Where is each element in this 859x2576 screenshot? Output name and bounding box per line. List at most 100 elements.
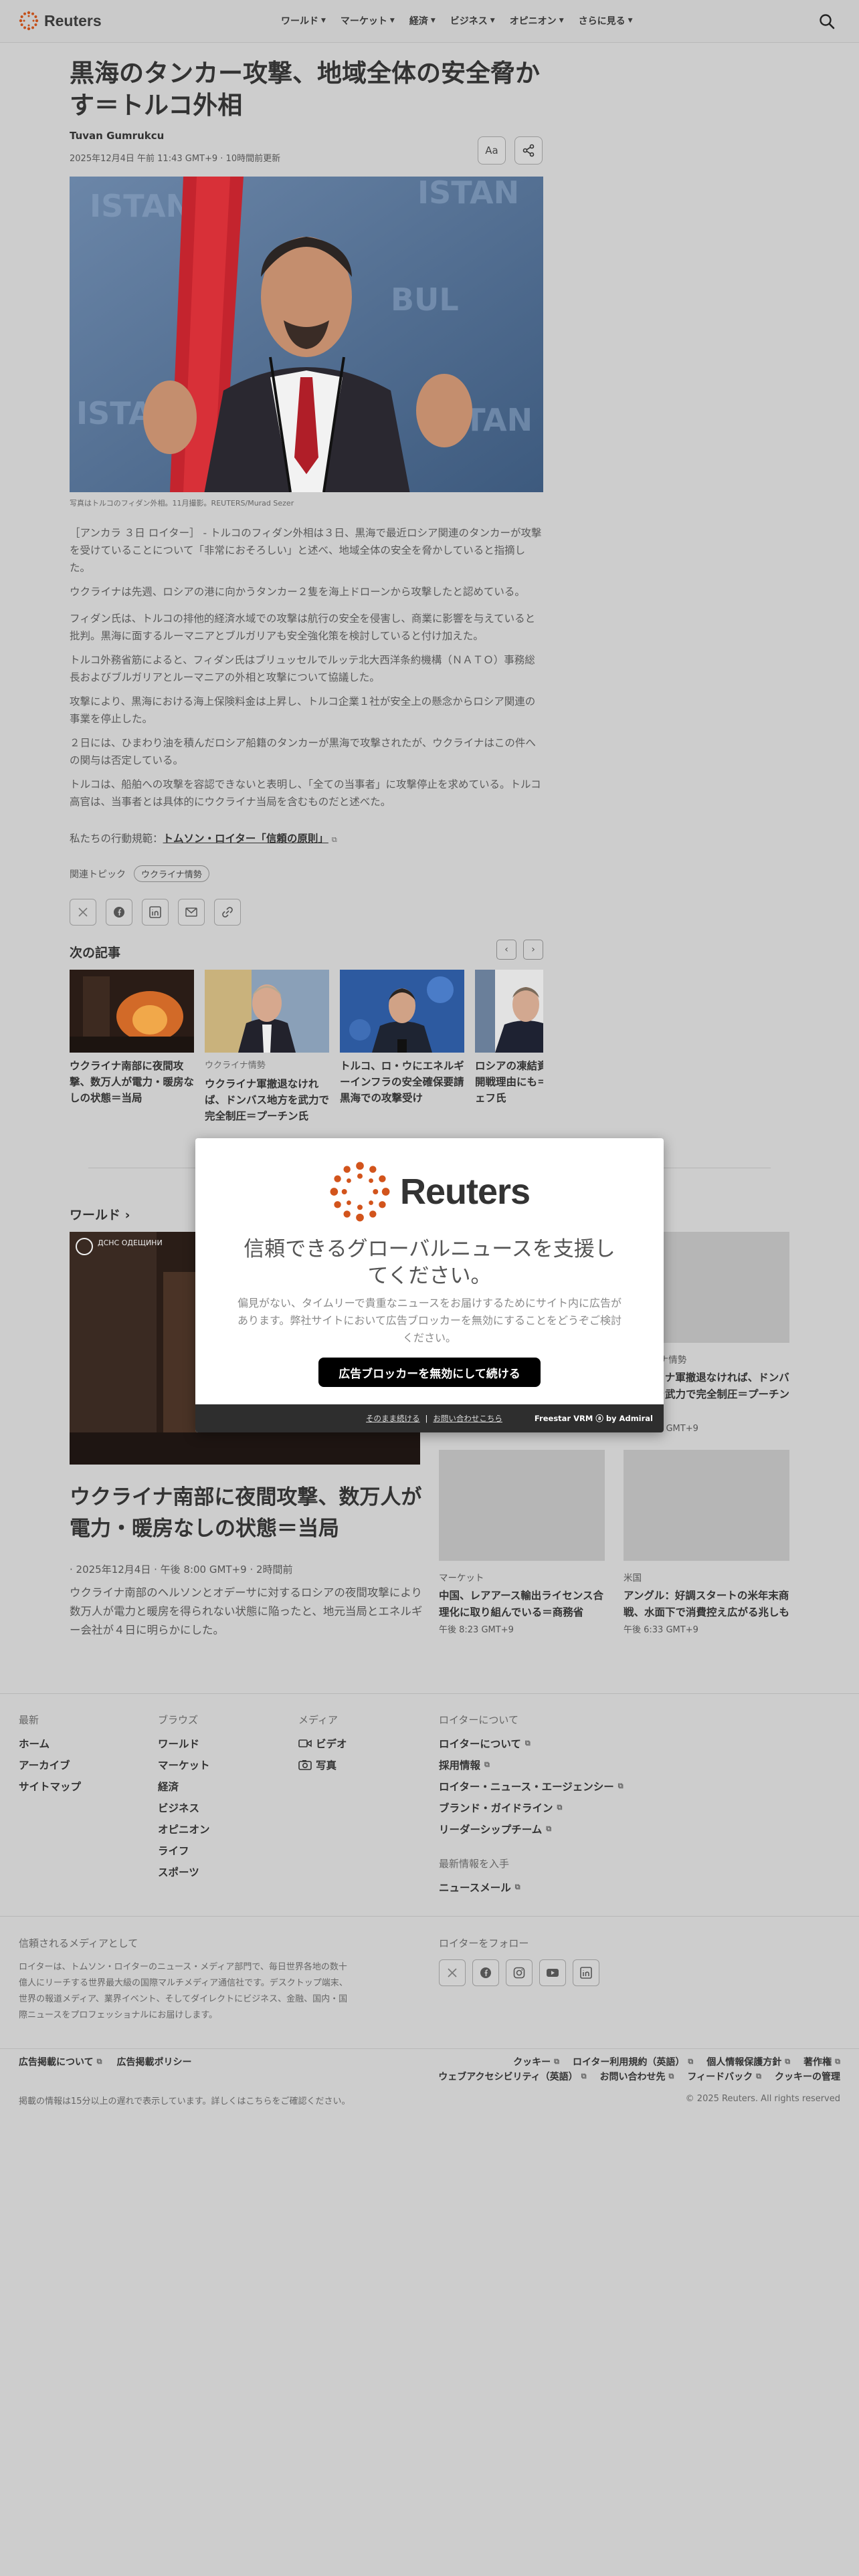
footer-link-photos[interactable]: 写真 (298, 1757, 347, 1772)
carousel-prev-button[interactable]: ‹ (496, 940, 516, 960)
external-link-icon: ⧉ (668, 2072, 674, 2080)
carousel-next-button[interactable]: › (523, 940, 543, 960)
follow-x-button[interactable] (439, 1959, 466, 1986)
author-link[interactable]: Tuvan Gumrukcu (70, 130, 164, 142)
footer-link-opinion[interactable]: オピニオン (158, 1822, 210, 1836)
share-facebook-button[interactable] (106, 899, 132, 926)
follow-instagram-button[interactable] (506, 1959, 533, 1986)
modal-body: 偏見がない、タイムリーで貴重なニュースをお届けするためにサイト内に広告があります… (237, 1297, 622, 1344)
external-link-icon: ⧉ (554, 2057, 559, 2066)
reuters-logo[interactable]: Reuters (19, 11, 102, 31)
world-card-title: アングル：好調スタートの米年末商戦、水面下で消費控え広がる兆しも (624, 1590, 790, 1618)
footer-link-privacy[interactable]: 個人情報保護方針 ⧉ (706, 2055, 790, 2068)
nav-more[interactable]: さらに見る ▼ (579, 14, 633, 27)
footer-link-video[interactable]: ビデオ (298, 1736, 347, 1751)
world-side-card[interactable]: マーケット 中国、レアアース輸出ライセンス合理化に取り組んでいる＝商務省 午後 … (439, 1450, 605, 1635)
footer-link-advertise[interactable]: 広告掲載について ⧉ (19, 2055, 102, 2068)
nav-opinion[interactable]: オピニオン ▼ (510, 14, 564, 27)
external-link-icon: ⧉ (688, 2057, 694, 2066)
article-paragraph: ［アンカラ ３日 ロイター］ - トルコのフィダン外相は３日、黒海で最近ロシア関… (70, 527, 542, 574)
external-link-icon: ⧉ (484, 1760, 490, 1769)
footer-link-ad-policy[interactable]: 広告掲載ポリシー (116, 2055, 191, 2068)
reuters-logo-icon (19, 11, 39, 31)
next-article-card[interactable]: ロシアの凍結資産押収なら開戦理由にも＝メドベージェフ氏 (475, 970, 543, 1106)
chevron-down-icon: ▼ (430, 17, 436, 24)
nav-markets[interactable]: マーケット ▼ (341, 14, 395, 27)
topic-chip-ukraine[interactable]: ウクライナ情勢 (134, 865, 209, 882)
continue-anyway-link[interactable]: そのまま続ける (366, 1413, 420, 1424)
footer-col-latest: 最新 ホーム アーカイブ サイトマップ (19, 1714, 82, 1794)
chevron-down-icon: ▼ (389, 17, 395, 24)
footer-link-contact[interactable]: お問い合わせ先 ⧉ (600, 2070, 674, 2083)
follow-youtube-button[interactable] (539, 1959, 566, 1986)
next-article-card[interactable]: ウクライナ南部に夜間攻撃、数万人が電力・暖房なしの状態＝当局 (70, 970, 194, 1106)
footer-link-cookie-settings[interactable]: クッキーの管理 (775, 2070, 840, 2083)
x-icon (78, 907, 88, 917)
trust-principles-link[interactable]: トムソン・ロイター「信頼の原則」 (163, 833, 328, 845)
next-article-title: ウクライナ軍撤退なければ、ドンバス地方を武力で完全制圧＝プーチン氏 (205, 1078, 330, 1122)
instagram-icon (513, 1967, 525, 1979)
footer-link-careers[interactable]: 採用情報 ⧉ (439, 1757, 624, 1772)
footer-link-feedback[interactable]: フィードバック ⧉ (687, 2070, 761, 2083)
facebook-icon (480, 1967, 491, 1978)
chevron-right-icon: › (124, 1208, 130, 1222)
footer-link-newsletter[interactable]: ニュースメール ⧉ (439, 1880, 624, 1895)
article-paragraph: トルコ外務省筋によると、フィダン氏はブリュッセルでルッテ北大西洋条約機構（ＮＡＴ… (70, 654, 535, 683)
article-paragraph: ２日には、ひまわり油を積んだロシア船籍のタンカーが黒海で攻撃されたが、ウクライナ… (70, 737, 536, 766)
next-article-card[interactable]: ウクライナ情勢 ウクライナ軍撤退なければ、ドンバス地方を武力で完全制圧＝プーチン… (205, 970, 329, 1124)
footer-link-world[interactable]: ワールド (158, 1736, 210, 1751)
footer-col-media: メディア ビデオ 写真 (298, 1714, 347, 1772)
world-card-title: 中国、レアアース輸出ライセンス合理化に取り組んでいる＝商務省 (439, 1590, 603, 1618)
next-articles-title: 次の記事 (70, 946, 121, 960)
next-article-card[interactable]: トルコ、ロ・ウにエネルギーインフラの安全確保要請 黒海での攻撃受け (340, 970, 475, 1106)
footer-link-life[interactable]: ライフ (158, 1843, 210, 1858)
nav-economy[interactable]: 経済 ▼ (409, 14, 436, 27)
site-header: Reuters ワールド ▼ マーケット ▼ 経済 ▼ ビジネス ▼ オピニオン ▼ さら… (0, 0, 859, 43)
footer-link-copyright[interactable]: 著作権 ⧉ (803, 2055, 840, 2068)
nav-business[interactable]: ビジネス ▼ (450, 14, 495, 27)
linkedin-icon (149, 906, 161, 918)
footer-link-brand-guidelines[interactable]: ブランド・ガイドライン ⧉ (439, 1800, 624, 1815)
article-paragraph: 攻撃により、黒海における海上保険料金は上昇し、トルコ企業１社が安全上の懸念からロ… (70, 695, 536, 725)
world-side-card[interactable]: 米国 アングル：好調スタートの米年末商戦、水面下で消費控え広がる兆しも 午後 6… (624, 1450, 789, 1635)
footer-link-markets[interactable]: マーケット (158, 1757, 210, 1772)
camera-icon (298, 1760, 312, 1770)
world-main-date: · 2025年12月4日 · 午後 8:00 GMT+9 · 2時間前 (70, 1564, 293, 1576)
search-button[interactable] (818, 12, 836, 31)
follow-facebook-button[interactable] (472, 1959, 499, 1986)
footer-link-business[interactable]: ビジネス (158, 1800, 210, 1815)
footer-link-cookies[interactable]: クッキー ⧉ (513, 2055, 559, 2068)
share-button[interactable] (514, 136, 543, 165)
footer-link-terms[interactable]: ロイター利用規約（英語） ⧉ (573, 2055, 693, 2068)
share-linkedin-button[interactable] (142, 899, 169, 926)
footer-link-leadership[interactable]: リーダーシップチーム ⧉ (439, 1822, 624, 1836)
share-email-button[interactable] (178, 899, 205, 926)
article-dateline: 2025年12月4日 午前 11:43 GMT+9 · 10時間前更新 (70, 154, 281, 164)
world-main-title[interactable]: ウクライナ南部に夜間攻撃、数万人が電力・暖房なしの状態＝当局 (70, 1482, 431, 1545)
footer-link-accessibility[interactable]: ウェブアクセシビリティ（英語） ⧉ (438, 2070, 586, 2083)
disable-adblock-button[interactable]: 広告ブロッカーを無効にして続ける (318, 1358, 541, 1387)
footer-link-about-reuters[interactable]: ロイターについて ⧉ (439, 1736, 624, 1751)
font-size-button[interactable]: Aa (478, 136, 506, 165)
footer-link-news-agency[interactable]: ロイター・ニュース・エージェンシー ⧉ (439, 1779, 624, 1794)
follow-linkedin-button[interactable] (573, 1959, 599, 1986)
article-headline: 黒海のタンカー攻撃、地域全体の安全脅かす＝トルコ外相 (70, 59, 540, 120)
section-world-link[interactable]: ワールド › (70, 1205, 130, 1223)
hero-photo: ISTANB ISTAN BUL ISTAN ISTAN (70, 177, 543, 492)
footer-link-economy[interactable]: 経済 (158, 1779, 210, 1794)
external-link-icon: ⧉ (514, 1883, 520, 1891)
share-x-button[interactable] (70, 899, 96, 926)
external-link-icon: ⧉ (756, 2072, 761, 2080)
footer-trusted-body: ロイターは、トムソン・ロイターのニュース・メディア部門で、毎日世界各地の数十億人… (19, 1962, 348, 2020)
footer-link-home[interactable]: ホーム (19, 1736, 81, 1751)
footer-link-archive[interactable]: アーカイブ (19, 1757, 81, 1772)
nav-world[interactable]: ワールド ▼ (281, 14, 326, 27)
email-icon (185, 907, 197, 917)
contact-link[interactable]: お問い合わせこちら (433, 1413, 502, 1424)
copy-link-button[interactable] (214, 899, 241, 926)
next-article-title: トルコ、ロ・ウにエネルギーインフラの安全確保要請 黒海での攻撃受け (340, 1060, 475, 1104)
footer-link-sitemap[interactable]: サイトマップ (19, 1779, 81, 1794)
footer-link-sports[interactable]: スポーツ (158, 1864, 210, 1879)
share-row (70, 899, 241, 926)
external-link-icon: ⧉ (785, 2057, 791, 2066)
